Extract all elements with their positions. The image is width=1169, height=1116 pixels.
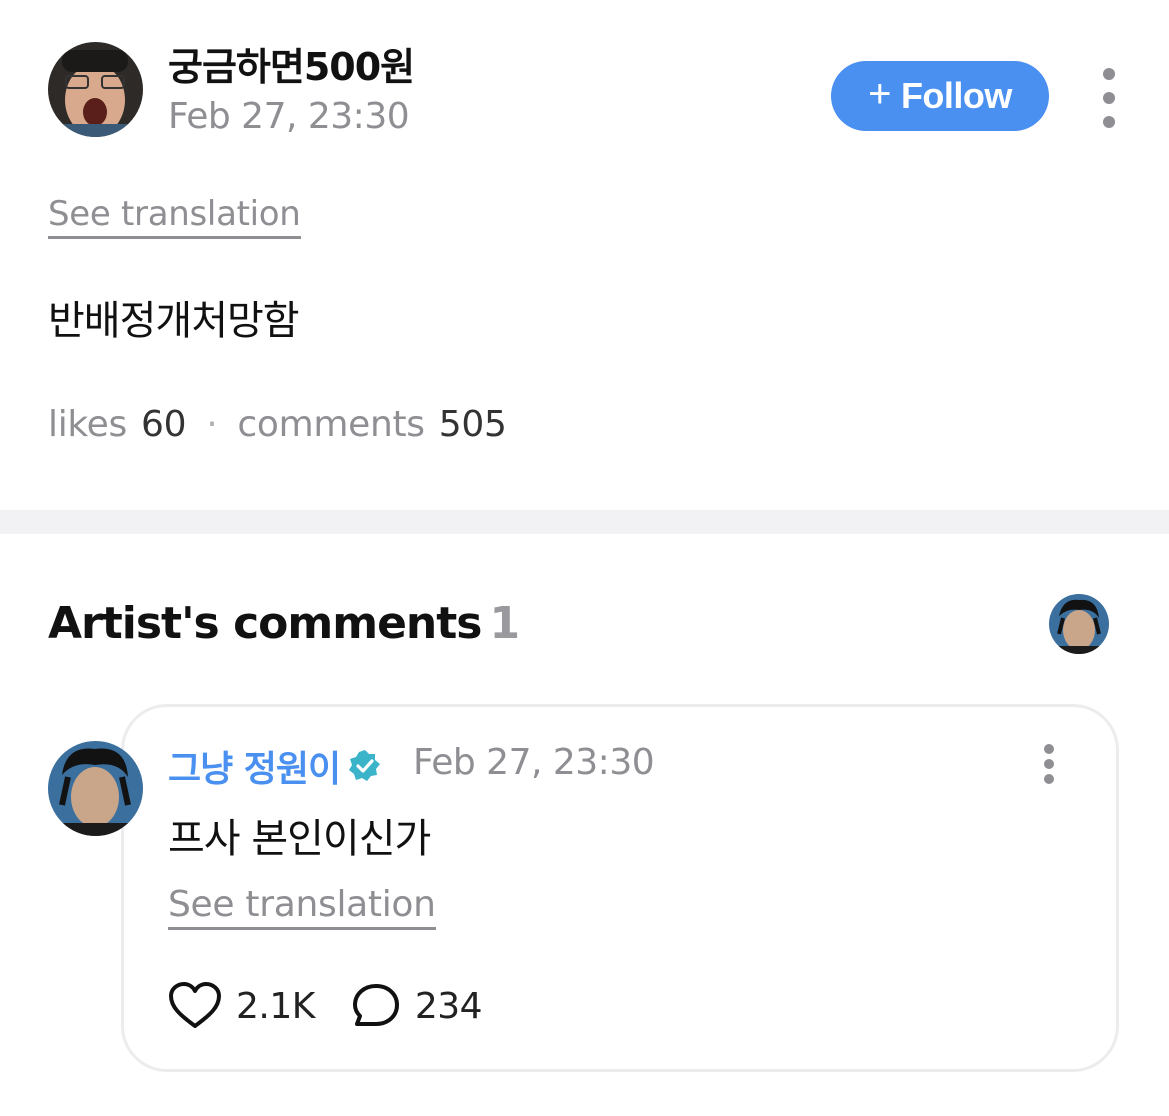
comment-see-translation-link[interactable]: See translation (168, 884, 436, 930)
post-timestamp: Feb 27, 23:30 (168, 96, 410, 137)
section-divider (0, 510, 1169, 534)
follow-button[interactable]: + Follow (831, 61, 1049, 131)
post-stats: likes 60 · comments 505 (48, 404, 507, 445)
comment-timestamp: Feb 27, 23:30 (413, 742, 655, 783)
comment-author-name[interactable]: 그냥 정원이 (168, 740, 382, 792)
post: 궁금하면500원 Feb 27, 23:30 + Follow See tran… (0, 0, 1169, 510)
artist-avatar[interactable] (1049, 594, 1109, 654)
comment-author-label: 그냥 정원이 (168, 749, 341, 790)
follow-label: Follow (900, 75, 1012, 116)
likes-count[interactable]: 60 (141, 404, 187, 445)
artist-comments-heading: Artist's comments 1 (48, 598, 520, 649)
like-button[interactable]: 2.1K (168, 982, 315, 1030)
comments-label: comments (237, 404, 425, 445)
verified-badge-icon (349, 750, 381, 781)
stats-separator: · (206, 404, 218, 445)
reply-count: 234 (414, 985, 483, 1027)
comment-reactions: 2.1K 234 (168, 982, 483, 1030)
artist-comments-count: 1 (489, 598, 520, 649)
comment-body: 프사 본인이신가 (168, 816, 431, 862)
see-translation-link[interactable]: See translation (48, 194, 301, 239)
author-avatar[interactable] (48, 42, 143, 137)
post-body: 반배정개처망함 (48, 298, 300, 344)
like-count: 2.1K (236, 985, 315, 1027)
post-more-options-icon[interactable] (1099, 68, 1119, 128)
comment-author-avatar[interactable] (48, 741, 143, 836)
likes-label: likes (48, 404, 127, 445)
comments-count[interactable]: 505 (439, 404, 507, 445)
reply-button[interactable]: 234 (351, 982, 483, 1030)
comment-more-options-icon[interactable] (1039, 744, 1059, 784)
comment-bubble-icon (352, 984, 399, 1026)
heart-icon (169, 982, 221, 1028)
plus-icon: + (868, 71, 891, 116)
artist-comments-title: Artist's comments (48, 598, 482, 649)
author-name[interactable]: 궁금하면500원 (168, 36, 415, 91)
